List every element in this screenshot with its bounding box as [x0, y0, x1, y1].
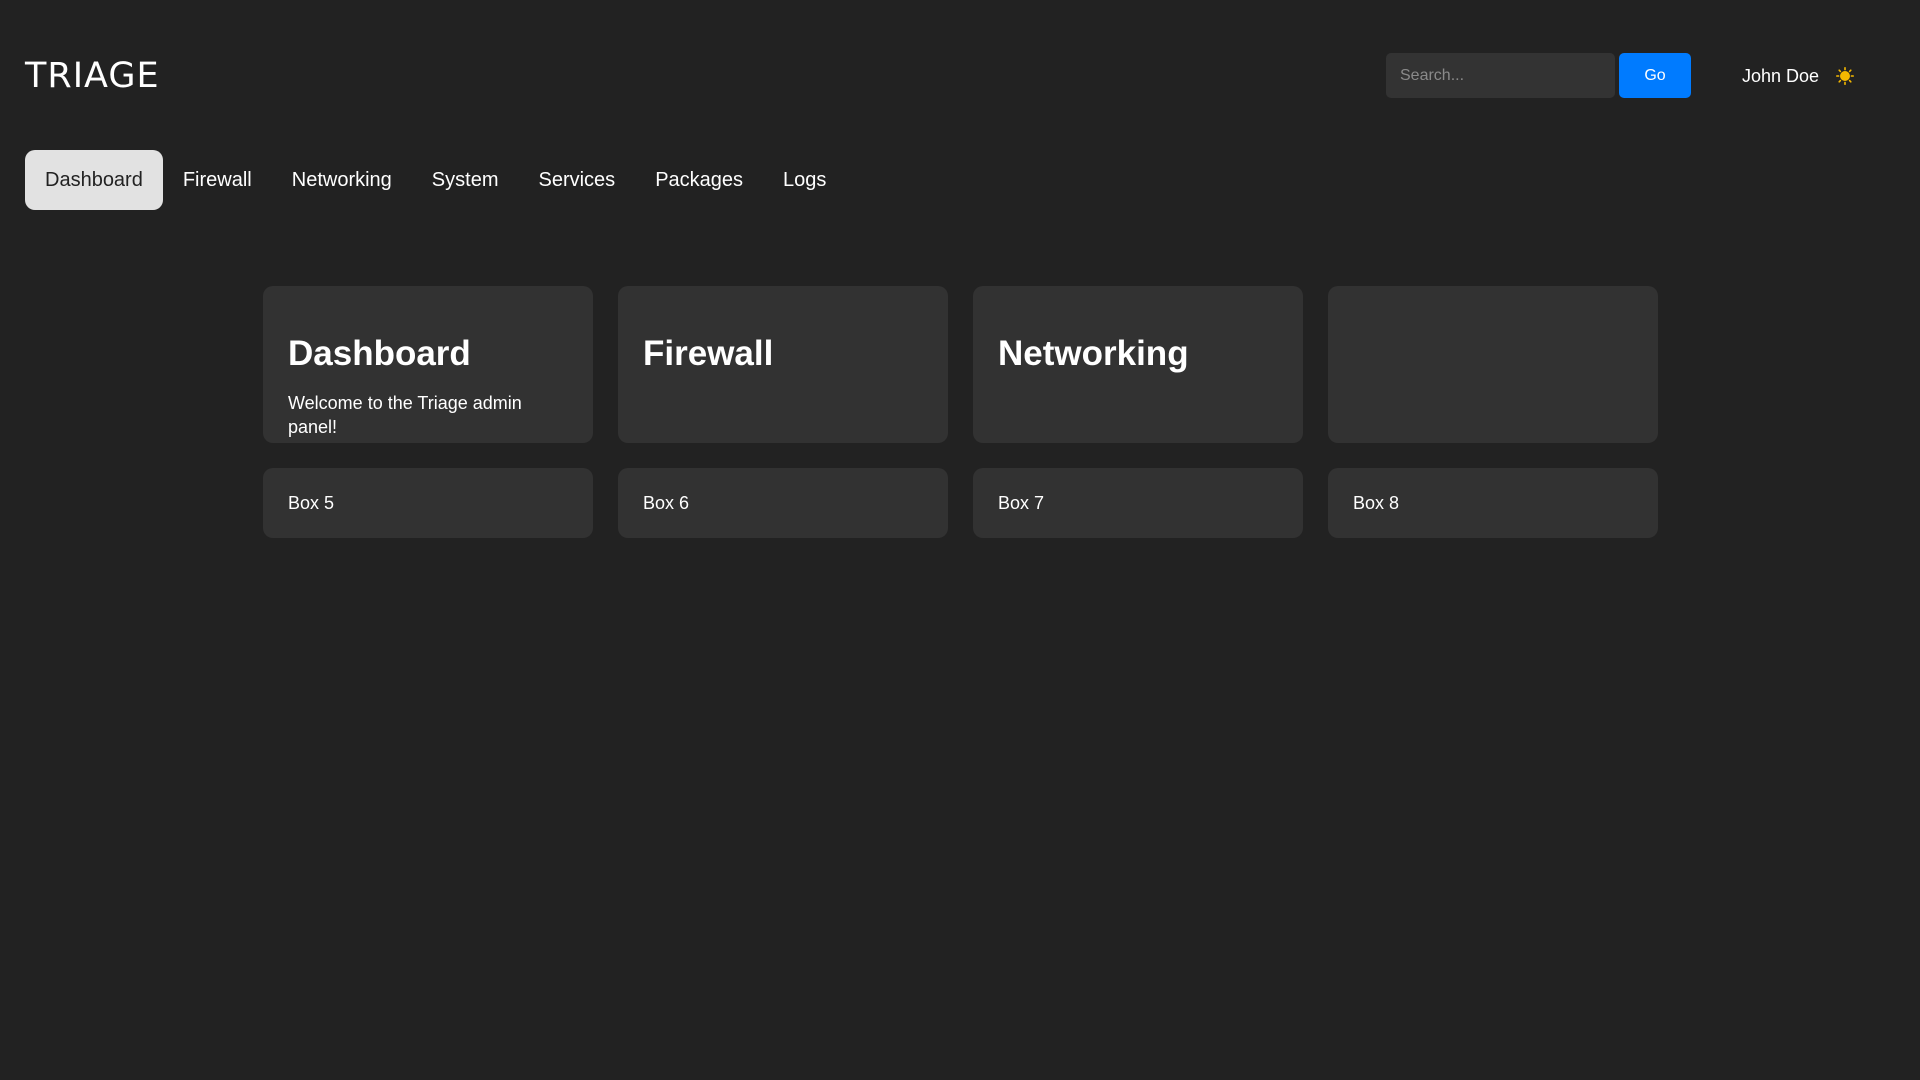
- card-text: Welcome to the Triage admin panel!: [288, 393, 522, 437]
- tab-logs[interactable]: Logs: [763, 150, 846, 210]
- main-nav: Dashboard Firewall Networking System Ser…: [25, 150, 846, 210]
- go-button[interactable]: Go: [1619, 53, 1691, 98]
- card-title: Dashboard: [288, 334, 471, 373]
- tab-packages[interactable]: Packages: [635, 150, 763, 210]
- box-7: Box 7: [973, 468, 1303, 538]
- tab-services[interactable]: Services: [518, 150, 635, 210]
- tab-networking[interactable]: Networking: [272, 150, 412, 210]
- user-name[interactable]: John Doe: [1742, 64, 1819, 88]
- card-dashboard: Dashboard Welcome to the Triage admin pa…: [263, 286, 593, 443]
- logo: TRIAGE: [25, 56, 160, 96]
- box-label: Box 5: [288, 492, 335, 513]
- box-8: Box 8: [1328, 468, 1658, 538]
- tab-system[interactable]: System: [412, 150, 519, 210]
- card-empty: [1328, 286, 1658, 443]
- box-label: Box 6: [643, 492, 690, 513]
- sun-icon[interactable]: [1836, 67, 1854, 85]
- card-title: Networking: [998, 334, 1189, 373]
- box-label: Box 7: [998, 492, 1045, 513]
- box-6: Box 6: [618, 468, 948, 538]
- card-firewall: Firewall: [618, 286, 948, 443]
- box-5: Box 5: [263, 468, 593, 538]
- header: TRIAGE Go John Doe: [0, 0, 1920, 140]
- tab-dashboard[interactable]: Dashboard: [25, 150, 163, 210]
- card-title: Firewall: [643, 334, 774, 373]
- dashboard-grid: Dashboard Welcome to the Triage admin pa…: [263, 286, 1658, 538]
- box-label: Box 8: [1353, 492, 1400, 513]
- card-networking: Networking: [973, 286, 1303, 443]
- tab-firewall[interactable]: Firewall: [163, 150, 272, 210]
- search-input[interactable]: [1386, 53, 1615, 98]
